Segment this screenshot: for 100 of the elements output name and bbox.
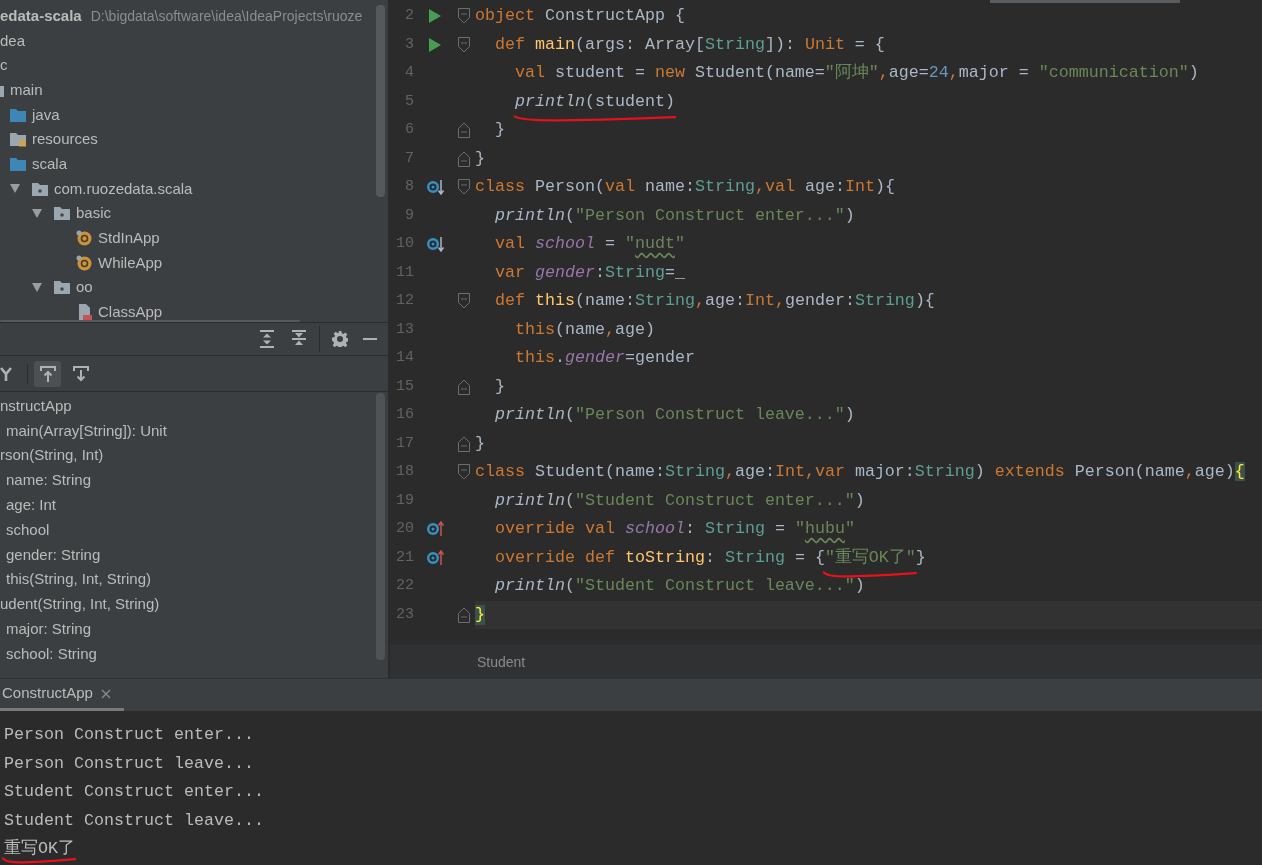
structure-item[interactable]: main(Array[String]): Unit xyxy=(6,421,167,439)
console-output-line: Person Construct enter... xyxy=(4,728,254,743)
circle-down-arrow-icon[interactable] xyxy=(426,236,444,253)
structure-item[interactable]: school xyxy=(6,520,50,538)
tree-item[interactable]: ClassApp xyxy=(98,305,163,320)
line-number: 3 xyxy=(404,35,414,54)
tree-item[interactable]: scala xyxy=(32,156,68,171)
arrow-down-icon xyxy=(72,365,89,382)
folder-icon xyxy=(10,106,26,123)
structure-item[interactable]: major: String xyxy=(6,620,92,638)
tree-item[interactable]: dea xyxy=(0,33,26,48)
fold-icon[interactable] xyxy=(458,122,470,139)
run-icon[interactable] xyxy=(429,37,441,52)
tree-item[interactable]: c xyxy=(0,58,8,73)
code-line: class Person(val name:String,val age:Int){ xyxy=(475,177,895,198)
code-line: println("Student Construct enter...") xyxy=(494,490,865,511)
line-number: 12 xyxy=(395,292,414,311)
line-number: 14 xyxy=(395,349,414,368)
scrollbar-thumb[interactable] xyxy=(376,5,385,197)
structure-item[interactable]: this(String, Int, String) xyxy=(6,570,152,588)
code-line: override def toString: String = {"重写OK了"} xyxy=(494,547,926,568)
fold-icon[interactable] xyxy=(458,150,470,167)
fold-icon[interactable] xyxy=(458,378,470,395)
line-number: 15 xyxy=(395,377,414,396)
structure-item[interactable]: age: Int xyxy=(6,496,57,514)
tree-item[interactable]: StdInApp xyxy=(98,231,160,246)
code-line: println("Person Construct leave...") xyxy=(494,405,855,426)
toggle-button[interactable] xyxy=(34,360,61,387)
circle-up-arrow-icon[interactable] xyxy=(426,549,444,566)
tree-item[interactable]: WhileApp xyxy=(98,255,163,270)
settings-icon[interactable] xyxy=(332,331,348,347)
fold-icon[interactable] xyxy=(458,435,470,452)
circle-down-arrow-icon[interactable] xyxy=(426,179,444,196)
code-line: println("Person Construct enter...") xyxy=(494,205,855,226)
project-name[interactable]: edata-scala xyxy=(0,8,82,23)
folder-lines-icon xyxy=(10,131,26,148)
tree-item[interactable]: basic xyxy=(76,206,112,221)
code-line: } xyxy=(494,120,505,141)
code-line: println("Student Construct leave...") xyxy=(494,576,865,597)
code-line: def this(name:String,age:Int,gender:String){ xyxy=(494,291,935,312)
structure-item[interactable]: gender: String xyxy=(6,545,101,563)
fold-icon[interactable] xyxy=(458,293,470,310)
caret-down-icon[interactable] xyxy=(10,184,20,194)
structure-item[interactable]: nstructApp xyxy=(0,396,72,414)
tree-item[interactable]: oo xyxy=(76,280,93,295)
structure-item[interactable]: rson(String, Int) xyxy=(0,446,104,464)
tree-item[interactable]: java xyxy=(32,107,60,122)
code-line: class Student(name:String,age:Int,var major:String) extends Person(name,age){ xyxy=(475,462,1245,483)
line-number: 9 xyxy=(404,206,414,225)
fold-icon[interactable] xyxy=(458,8,470,25)
expand-all-icon[interactable] xyxy=(259,330,275,348)
line-number: 17 xyxy=(395,434,414,453)
line-number: 8 xyxy=(404,178,414,197)
code-line: object ConstructApp { xyxy=(475,6,685,27)
run-tab[interactable]: ConstructApp xyxy=(0,679,124,711)
code-line: override val school: String = "hubu" xyxy=(494,519,855,540)
code-line: } xyxy=(494,376,505,397)
line-number: 11 xyxy=(395,263,414,282)
close-icon[interactable] xyxy=(100,688,111,699)
project-path: D:\bigdata\software\idea\IdeaProjects\ruoze xyxy=(90,8,363,23)
caret-down-icon[interactable] xyxy=(32,208,42,218)
structure-item[interactable]: school: String xyxy=(6,644,97,662)
line-number: 5 xyxy=(404,92,414,111)
line-number: 2 xyxy=(404,7,414,26)
code-line: } xyxy=(475,148,485,169)
line-number: 16 xyxy=(395,406,414,425)
folder-icon xyxy=(10,155,26,172)
caret-down-icon[interactable] xyxy=(32,282,42,292)
line-number: 19 xyxy=(395,491,414,510)
line-number: 7 xyxy=(404,149,414,168)
fold-icon[interactable] xyxy=(458,36,470,53)
fold-icon[interactable] xyxy=(458,179,470,196)
line-number: 21 xyxy=(395,548,414,567)
file-icon xyxy=(76,304,92,321)
line-number: 4 xyxy=(404,64,414,83)
line-number: 22 xyxy=(395,577,414,596)
line-number: 18 xyxy=(395,463,414,482)
scrollbar-thumb[interactable] xyxy=(376,393,385,660)
structure-item[interactable]: udent(String, Int, String) xyxy=(0,595,160,613)
code-line: def main(args: Array[String]): Unit = { xyxy=(494,34,885,55)
fold-icon[interactable] xyxy=(458,606,470,623)
code-line: var gender:String=_ xyxy=(494,262,685,283)
line-number: 23 xyxy=(395,605,414,624)
scrollbar-thumb[interactable] xyxy=(990,0,1180,3)
ring-icon xyxy=(76,254,92,271)
fold-icon[interactable] xyxy=(458,464,470,481)
fork-icon[interactable] xyxy=(0,366,12,381)
code-line: val school = "nudt" xyxy=(494,234,685,255)
breadcrumb-item[interactable]: Student xyxy=(477,651,526,673)
collapse-all-icon[interactable] xyxy=(291,330,307,348)
code-line: val student = new Student(name="阿坤",age=24,major = "communication") xyxy=(513,63,1199,84)
line-number: 20 xyxy=(395,520,414,539)
console-output-line: Student Construct enter... xyxy=(4,785,264,800)
ring-icon xyxy=(76,230,92,247)
circle-up-arrow-icon[interactable] xyxy=(426,521,444,538)
tree-item[interactable]: resources xyxy=(32,132,98,147)
tree-item[interactable]: com.ruozedata.scala xyxy=(54,181,193,196)
tree-item[interactable]: main xyxy=(10,82,43,97)
structure-item[interactable]: name: String xyxy=(6,471,92,489)
run-icon[interactable] xyxy=(429,9,441,24)
